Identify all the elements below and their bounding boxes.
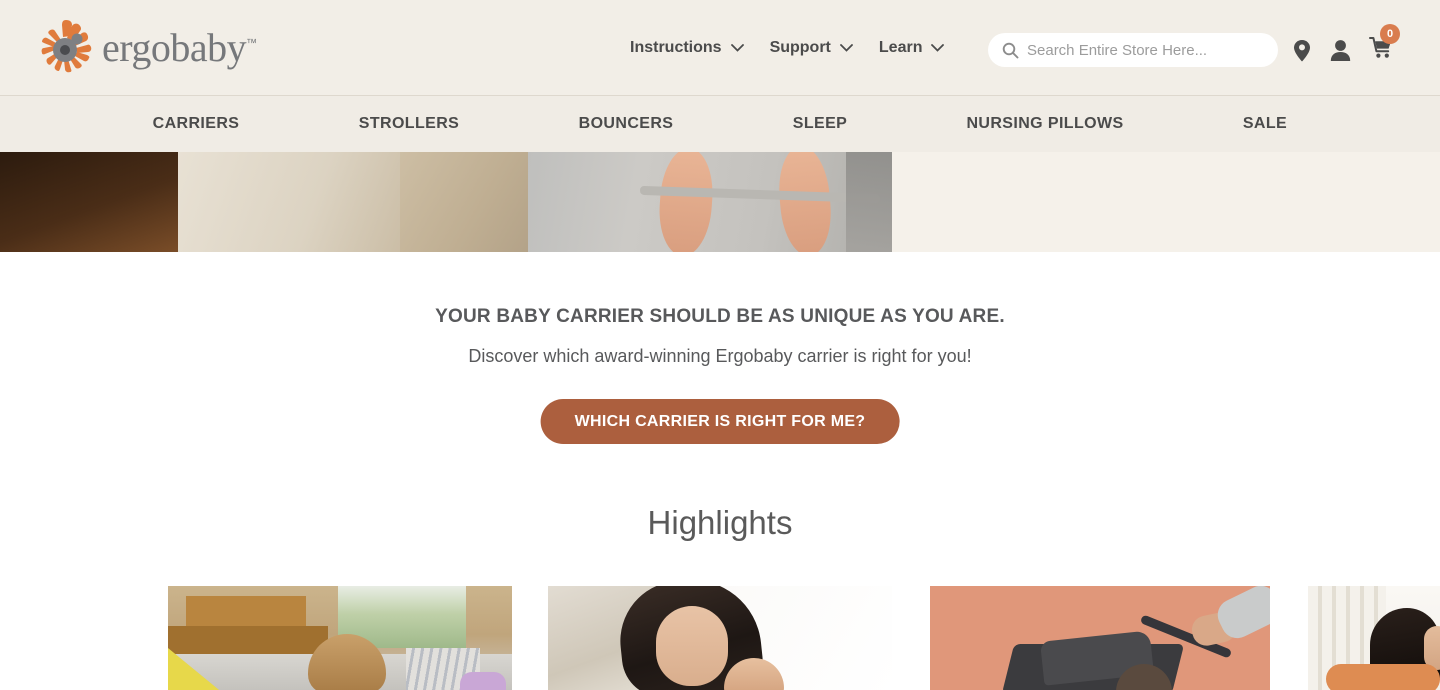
category-item-bouncers[interactable]: BOUNCERS xyxy=(579,115,674,133)
chevron-down-icon xyxy=(839,44,853,52)
cart-count-badge: 0 xyxy=(1380,24,1400,44)
category-item-nursing-pillows[interactable]: NURSING PILLOWS xyxy=(966,115,1123,133)
store-locator-icon[interactable] xyxy=(1292,39,1312,63)
logo-wordmark: ergobaby™ xyxy=(102,25,257,70)
category-item-carriers[interactable]: CARRIERS xyxy=(153,115,240,133)
card4-cta-button[interactable] xyxy=(1326,664,1440,690)
hero-text-panel xyxy=(892,152,1440,252)
category-item-sale[interactable]: SALE xyxy=(1243,115,1287,133)
promo-headline: YOUR BABY CARRIER SHOULD BE AS UNIQUE AS… xyxy=(435,306,1005,327)
card1-shelf xyxy=(186,596,306,628)
highlights-carousel xyxy=(0,586,1440,690)
nav-item-learn[interactable]: Learn xyxy=(879,39,945,57)
card2-person-face xyxy=(656,606,728,686)
card1-accent-shape xyxy=(460,672,506,690)
highlights-section: Highlights xyxy=(0,504,1440,690)
hero-image-shadow-region xyxy=(0,152,178,252)
hero-image xyxy=(0,152,892,252)
hero-image-fabric-region xyxy=(400,152,530,252)
highlight-card-1[interactable] xyxy=(168,586,512,690)
hero-image-mesh-panel xyxy=(846,152,892,252)
which-carrier-button[interactable]: WHICH CARRIER IS RIGHT FOR ME? xyxy=(540,399,900,444)
highlight-card-2[interactable] xyxy=(548,586,892,690)
chevron-down-icon xyxy=(730,44,744,52)
nav-item-label: Learn xyxy=(878,39,923,56)
site-header: ergobaby™ Instructions Support Learn Sea… xyxy=(0,0,1440,96)
ergobaby-spiral-logo-icon xyxy=(41,20,92,73)
category-item-sleep[interactable]: SLEEP xyxy=(793,115,847,133)
account-icon[interactable] xyxy=(1330,39,1351,62)
trademark-symbol: ™ xyxy=(246,37,257,50)
carrier-finder-promo: YOUR BABY CARRIER SHOULD BE AS UNIQUE AS… xyxy=(0,252,1440,504)
site-logo[interactable]: ergobaby™ xyxy=(36,14,257,82)
nav-item-label: Support xyxy=(769,39,831,56)
card1-yellow-triangle xyxy=(168,648,224,690)
chevron-down-icon xyxy=(931,44,945,52)
search-bar[interactable] xyxy=(988,33,1278,67)
highlight-card-3[interactable] xyxy=(930,586,1270,690)
search-input[interactable] xyxy=(1027,41,1264,59)
search-icon xyxy=(1002,42,1019,58)
promo-subheadline: Discover which award-winning Ergobaby ca… xyxy=(468,346,972,366)
primary-navigation: Instructions Support Learn xyxy=(630,0,945,96)
cart-icon-wrapper[interactable]: 0 xyxy=(1369,24,1400,65)
category-navigation: CARRIERS STROLLERS BOUNCERS SLEEP NURSIN… xyxy=(0,96,1440,152)
hero-banner xyxy=(0,152,1440,252)
category-item-strollers[interactable]: STROLLERS xyxy=(359,115,460,133)
nav-item-support[interactable]: Support xyxy=(770,39,853,57)
header-icon-group: 0 xyxy=(1292,24,1400,65)
highlights-title: Highlights xyxy=(647,504,793,541)
nav-item-instructions[interactable]: Instructions xyxy=(630,39,744,57)
highlight-card-4[interactable] xyxy=(1308,586,1440,690)
nav-item-label: Instructions xyxy=(630,39,722,56)
